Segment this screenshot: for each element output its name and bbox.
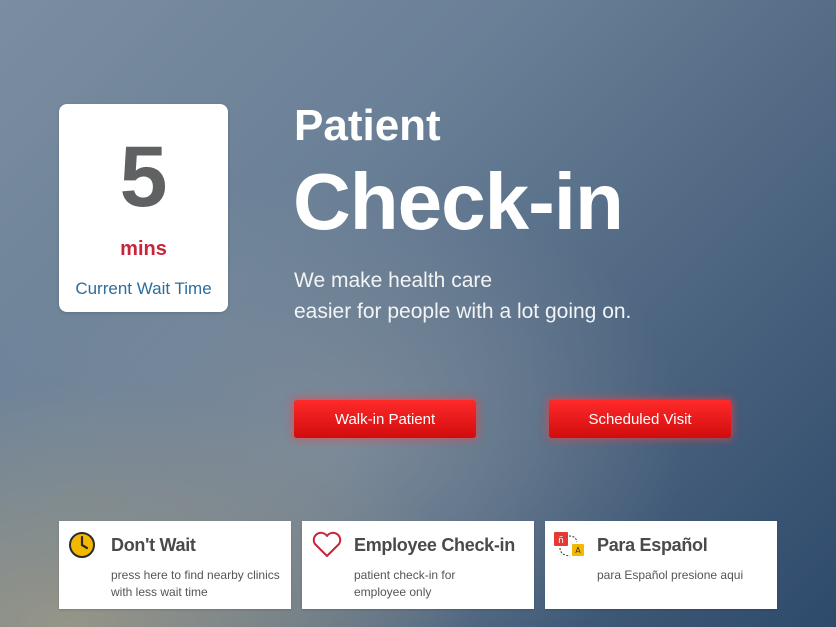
dont-wait-tile[interactable]: Don't Wait press here to find nearby cli… — [59, 521, 291, 609]
page-subtitle: Patient — [294, 101, 441, 150]
wait-time-card: 5 mins Current Wait Time — [59, 104, 228, 312]
heart-icon — [311, 531, 342, 559]
wait-time-value: 5 — [119, 129, 168, 225]
tile-description-line-2: with less wait time — [111, 585, 208, 599]
tile-description-line-2: employee only — [354, 585, 432, 599]
scheduled-visit-button[interactable]: Scheduled Visit — [549, 400, 731, 438]
tagline: We make health care easier for people wi… — [294, 265, 631, 327]
wait-time-unit: mins — [120, 238, 167, 260]
clock-icon — [68, 531, 96, 559]
wait-time-label: Current Wait Time — [75, 279, 212, 298]
tile-description: patient check-in for employee only — [354, 567, 530, 601]
employee-check-in-tile[interactable]: Employee Check-in patient check-in for e… — [302, 521, 534, 609]
translate-icon: ñ A — [554, 531, 584, 559]
tile-title: Employee Check-in — [354, 535, 515, 555]
tile-description: para Español presione aqui — [597, 567, 773, 584]
tile-title: Don't Wait — [111, 535, 196, 555]
tile-description: press here to find nearby clinics with l… — [111, 567, 287, 601]
walk-in-patient-button[interactable]: Walk-in Patient — [294, 400, 476, 438]
tagline-line-1: We make health care — [294, 269, 493, 292]
svg-text:ñ: ñ — [558, 536, 564, 546]
para-espanol-tile[interactable]: ñ A Para Español para Español presione a… — [545, 521, 777, 609]
tile-description-line-1: patient check-in for — [354, 568, 456, 582]
tile-description-line-1: press here to find nearby clinics — [111, 568, 280, 582]
page-title: Check-in — [293, 157, 624, 246]
tagline-line-2: easier for people with a lot going on. — [294, 300, 632, 323]
tile-description-line-1: para Español presione aqui — [597, 568, 744, 582]
tile-title: Para Español — [597, 535, 708, 555]
svg-text:A: A — [575, 546, 581, 555]
